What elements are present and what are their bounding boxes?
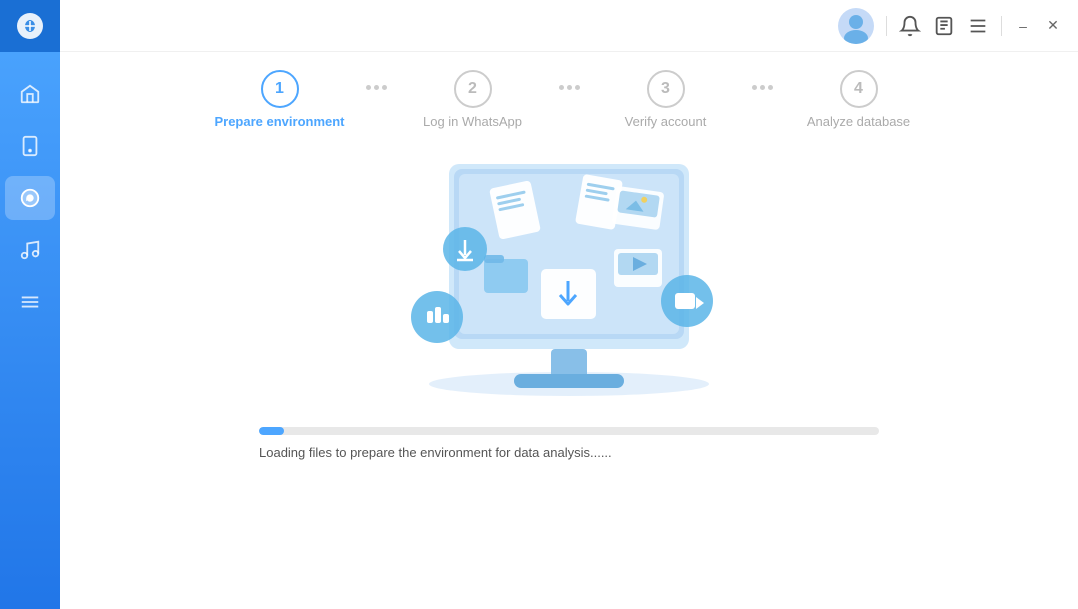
home-icon — [19, 83, 41, 105]
bell-button[interactable] — [899, 15, 921, 37]
sidebar — [0, 0, 60, 609]
sidebar-item-home[interactable] — [5, 72, 55, 116]
menu-icon — [967, 15, 989, 37]
sidebar-logo — [0, 0, 60, 52]
sidebar-item-music[interactable] — [5, 228, 55, 272]
sidebar-nav — [0, 52, 60, 324]
files-icon — [19, 291, 41, 313]
dot — [567, 85, 572, 90]
dot — [752, 85, 757, 90]
progress-bar-background — [259, 427, 879, 435]
dots-2-3 — [559, 85, 580, 90]
step-1-label: Prepare environment — [214, 114, 344, 129]
menu-button[interactable] — [967, 15, 989, 37]
dot — [760, 85, 765, 90]
dots-3-4 — [752, 85, 773, 90]
step-4-circle: 4 — [840, 70, 878, 108]
notes-button[interactable] — [933, 15, 955, 37]
illustration-svg — [319, 149, 819, 404]
bell-icon — [899, 15, 921, 37]
step-1: 1 Prepare environment — [200, 70, 360, 129]
device-icon — [19, 135, 41, 157]
close-button[interactable]: ✕ — [1044, 17, 1062, 35]
whatsapp-icon — [19, 187, 41, 209]
step-1-circle: 1 — [261, 70, 299, 108]
user-avatar-icon — [838, 8, 874, 44]
sidebar-item-device[interactable] — [5, 124, 55, 168]
step-3-label: Verify account — [625, 114, 707, 129]
sidebar-item-files[interactable] — [5, 280, 55, 324]
step-3: 3 Verify account — [586, 70, 746, 129]
progress-bar-fill — [259, 427, 284, 435]
dot — [559, 85, 564, 90]
dot — [366, 85, 371, 90]
step-2: 2 Log in WhatsApp — [393, 70, 553, 129]
step-4: 4 Analyze database — [779, 70, 939, 129]
progress-text: Loading files to prepare the environment… — [259, 445, 879, 460]
sidebar-item-whatsapp[interactable] — [5, 176, 55, 220]
content-area: Loading files to prepare the environment… — [60, 139, 1078, 609]
progress-section: Loading files to prepare the environment… — [259, 427, 879, 460]
dot — [382, 85, 387, 90]
main-content: – ✕ 1 Prepare environment 2 Log in Whats… — [60, 0, 1078, 609]
dot — [374, 85, 379, 90]
step-3-circle: 3 — [647, 70, 685, 108]
titlebar: – ✕ — [60, 0, 1078, 52]
illustration — [319, 149, 819, 409]
titlebar-divider2 — [1001, 16, 1002, 36]
minimize-button[interactable]: – — [1014, 17, 1032, 35]
dot — [575, 85, 580, 90]
steps-bar: 1 Prepare environment 2 Log in WhatsApp … — [60, 52, 1078, 139]
music-icon — [19, 239, 41, 261]
step-2-circle: 2 — [454, 70, 492, 108]
step-4-label: Analyze database — [807, 114, 910, 129]
titlebar-divider — [886, 16, 887, 36]
user-avatar[interactable] — [838, 8, 874, 44]
notes-icon — [933, 15, 955, 37]
dot — [768, 85, 773, 90]
brand-icon — [16, 12, 44, 40]
step-2-label: Log in WhatsApp — [423, 114, 522, 129]
dots-1-2 — [366, 85, 387, 90]
